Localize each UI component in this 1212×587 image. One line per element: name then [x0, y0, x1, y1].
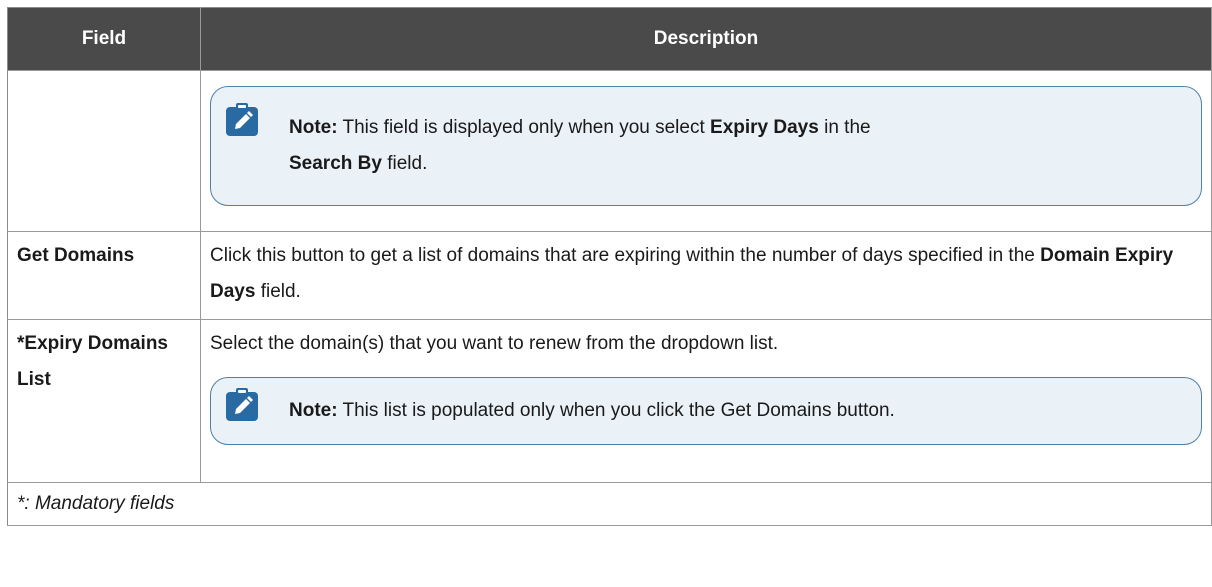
note-text-part: field. — [381, 153, 428, 174]
description-cell: Select the domain(s) that you want to re… — [200, 319, 1212, 483]
note-text-part: This field is displayed only when you se… — [337, 117, 711, 138]
note-pencil-icon — [226, 103, 258, 136]
table-row: Note: This field is displayed only when … — [7, 70, 1212, 232]
note-text: Note: This field is displayed only when … — [289, 117, 871, 174]
field-cell — [7, 70, 201, 232]
description-cell: Click this button to get a list of domai… — [200, 231, 1212, 320]
header-field: Field — [7, 7, 201, 71]
note-label: Note: — [289, 117, 338, 138]
field-cell-expiry-domains-list: *Expiry Domains List — [7, 319, 201, 483]
table-row: Get Domains Click this button to get a l… — [7, 231, 1212, 320]
note-label: Note: — [289, 400, 338, 421]
header-row: Field Description — [7, 7, 1212, 71]
field-name: *Expiry Domains List — [17, 333, 168, 390]
mandatory-fields-footnote: *: Mandatory fields — [7, 482, 1212, 526]
note-pencil-icon — [226, 388, 258, 421]
description-text: Click this button to get a list of domai… — [210, 245, 1041, 266]
field-cell-get-domains: Get Domains — [7, 231, 201, 320]
header-description: Description — [200, 7, 1212, 71]
footer-row: *: Mandatory fields — [7, 482, 1212, 526]
note-bold-expiry-days: Expiry Days — [710, 117, 819, 138]
note-text-part: in the — [818, 117, 871, 138]
fields-table: Field Description Note: This field is di… — [7, 7, 1212, 526]
note-box: Note: This field is displayed only when … — [210, 86, 1202, 206]
note-text-part: This list is populated only when you cli… — [337, 400, 895, 421]
description-text: field. — [255, 281, 301, 302]
note-text: Note: This list is populated only when y… — [289, 400, 895, 421]
description-text: Select the domain(s) that you want to re… — [210, 333, 779, 354]
description-cell: Note: This field is displayed only when … — [200, 70, 1212, 232]
note-bold-search-by: Search By — [289, 153, 382, 174]
note-box: Note: This list is populated only when y… — [210, 377, 1202, 445]
table-row: *Expiry Domains List Select the domain(s… — [7, 319, 1212, 483]
